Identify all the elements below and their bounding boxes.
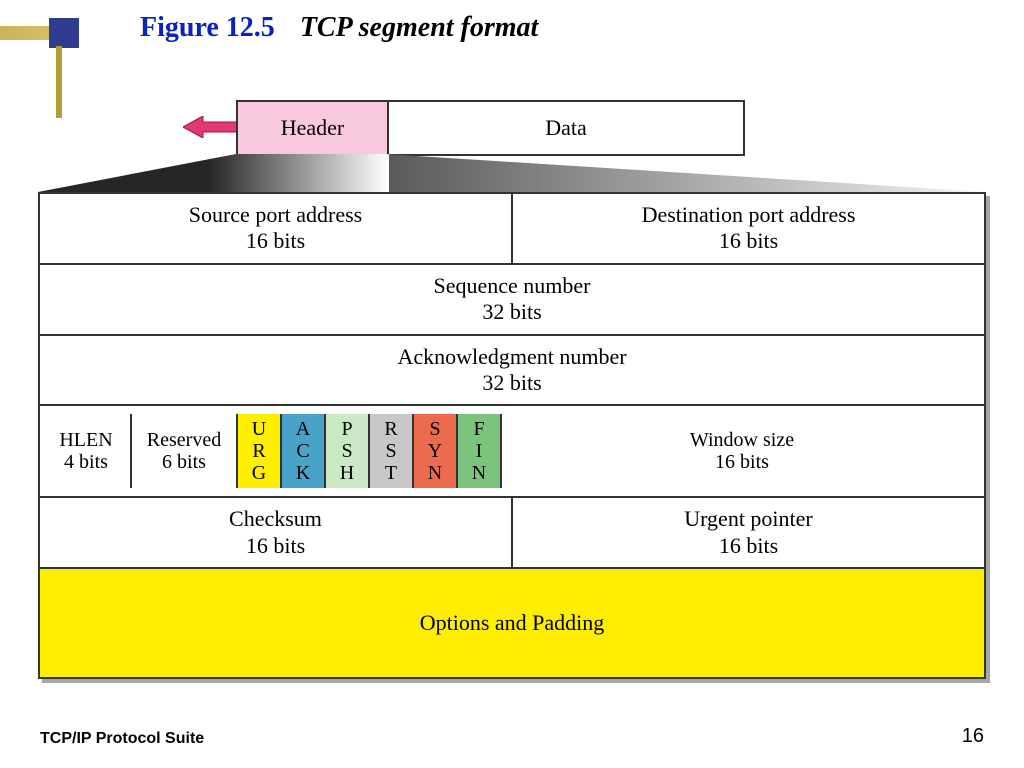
field-sequence-number: Sequence number 32 bits: [39, 264, 985, 335]
flag-psh: PSH: [326, 414, 370, 488]
flag-ack: ACK: [282, 414, 326, 488]
figure-caption: TCP segment format: [300, 12, 539, 43]
figure-number: Figure 12.5: [140, 12, 275, 43]
field-bits: 16 bits: [246, 228, 305, 253]
field-label: Reserved: [147, 429, 221, 451]
field-label: Source port address: [189, 202, 363, 227]
field-label: Checksum: [229, 506, 322, 531]
slide: Figure 12.5 TCP segment format Header Da…: [0, 0, 1024, 768]
field-bits: 4 bits: [64, 451, 108, 473]
field-urgent-pointer: Urgent pointer 16 bits: [512, 497, 985, 568]
flag-rst: RST: [370, 414, 414, 488]
page-number: 16: [962, 725, 984, 748]
field-reserved: Reserved 6 bits: [132, 414, 238, 488]
field-checksum: Checksum 16 bits: [39, 497, 512, 568]
field-label: Urgent pointer: [684, 506, 813, 531]
figure-title: Figure 12.5 TCP segment format: [140, 12, 538, 44]
field-source-port: Source port address 16 bits: [39, 193, 512, 264]
field-label: Window size: [690, 429, 794, 451]
tcp-header-table: Source port address 16 bits Destination …: [38, 192, 986, 679]
field-bits: 32 bits: [482, 299, 541, 324]
field-hlen: HLEN 4 bits: [42, 414, 132, 488]
decor-bar-horizontal: [0, 26, 56, 40]
left-arrow-icon: [183, 116, 237, 138]
field-dest-port: Destination port address 16 bits: [512, 193, 985, 264]
field-bits: 16 bits: [719, 228, 778, 253]
field-label: Sequence number: [434, 273, 591, 298]
footer-title: TCP/IP Protocol Suite: [40, 730, 204, 748]
row-flags: HLEN 4 bits Reserved 6 bits URG ACK PSH …: [39, 405, 985, 497]
field-window-size: Window size 16 bits: [502, 414, 982, 488]
field-label: Options and Padding: [420, 610, 605, 635]
field-bits: 6 bits: [162, 451, 206, 473]
field-bits: 16 bits: [246, 533, 305, 558]
segment-overview: Header Data: [236, 100, 745, 156]
expansion-trapezoid: [38, 154, 986, 192]
field-options-padding: Options and Padding: [39, 568, 985, 678]
decor-bar-vertical: [56, 46, 62, 118]
field-bits: 32 bits: [482, 370, 541, 395]
field-label: Destination port address: [642, 202, 856, 227]
field-label: HLEN: [59, 429, 112, 451]
field-bits: 16 bits: [719, 533, 778, 558]
flag-urg: URG: [238, 414, 282, 488]
field-bits: 16 bits: [715, 451, 769, 473]
decor-square: [49, 18, 79, 48]
flag-syn: SYN: [414, 414, 458, 488]
data-box: Data: [389, 100, 745, 156]
field-label: Acknowledgment number: [397, 344, 626, 369]
field-ack-number: Acknowledgment number 32 bits: [39, 335, 985, 406]
header-box: Header: [236, 100, 389, 156]
flag-fin: FIN: [458, 414, 502, 488]
